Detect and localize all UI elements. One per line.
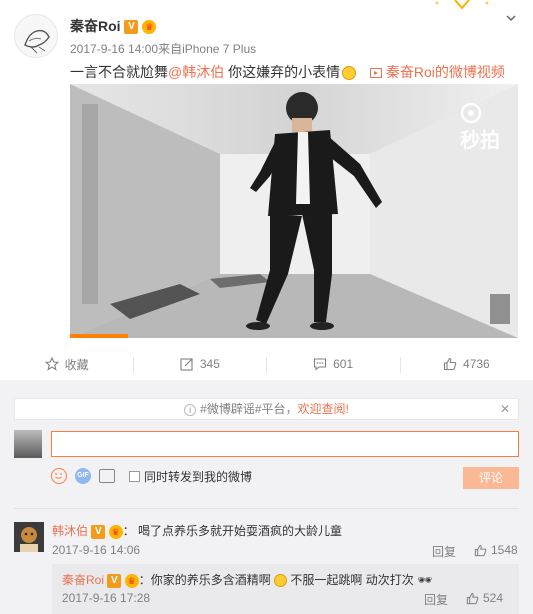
chevron-down-icon[interactable] (503, 12, 519, 28)
current-user-avatar (14, 430, 42, 458)
commenter-name[interactable]: 韩沐伯 (52, 524, 88, 538)
repost-icon (180, 358, 193, 371)
reply-body: ：你家的养乐多含酒精啊 (138, 573, 271, 587)
rumor-notice-bar: i #微博辟谣#平台，欢迎查阅! ✕ (14, 398, 519, 420)
favorite-button[interactable]: 收藏 (0, 350, 133, 378)
repost-checkbox[interactable] (129, 470, 140, 482)
reply-body-tail: 不服一起跳啊 动次打次 (290, 573, 414, 587)
miaopai-logo-icon (460, 102, 482, 124)
comment-like-count[interactable]: 1548 (491, 543, 518, 557)
emoji-icon[interactable] (51, 468, 67, 484)
thumbs-up-icon (443, 357, 457, 371)
star-icon (44, 357, 59, 371)
video-source-link[interactable]: 秦奋Roi的微博视频 (370, 64, 505, 80)
repost-count[interactable]: 345 (200, 357, 220, 371)
author-name[interactable]: 秦奋Roi V ♛ (70, 16, 157, 36)
video-watermark-text: 秒拍 (460, 130, 500, 152)
reply-text: 秦奋Roi V ♛ ：你家的养乐多含酒精啊 不服一起跳啊 动次打次 🕶 (62, 571, 432, 588)
action-divider (400, 357, 401, 373)
comment-input[interactable] (51, 431, 519, 457)
favorite-label[interactable]: 收藏 (65, 356, 89, 373)
reply-reply-button[interactable]: 回复 (424, 591, 448, 608)
reply-button[interactable]: 回复 (432, 543, 456, 560)
decoration-icon (435, 0, 489, 10)
action-divider (266, 357, 267, 373)
weibo-post-card: 秦奋Roi V ♛ 2017-9-16 14:00来自iPhone 7 Plus… (0, 0, 533, 614)
repost-button[interactable]: 345 (133, 350, 266, 378)
like-count[interactable]: 4736 (463, 357, 490, 371)
notice-tags[interactable]: #微博辟谣#平台， (200, 402, 297, 416)
vip-crown-icon: ♛ (124, 573, 139, 588)
post-text-main: 一言不合就尬舞 (70, 64, 168, 80)
gif-icon[interactable]: GIF (75, 468, 91, 484)
comment-body: ： 喝了点养乐多就开始耍酒疯的大龄儿童 (122, 524, 343, 538)
post-time[interactable]: 2017-9-16 14:00 (70, 42, 158, 56)
post-meta: 2017-9-16 14:00来自iPhone 7 Plus (70, 40, 256, 57)
verified-icon: V (107, 573, 122, 588)
comment-button[interactable]: 601 (267, 350, 400, 378)
verified-icon: V (91, 524, 106, 539)
comment-count[interactable]: 601 (333, 357, 353, 371)
reply-like-button[interactable]: 524 (466, 591, 503, 605)
video-link-text[interactable]: 秦奋Roi的微博视频 (386, 64, 505, 80)
post-text-tail: 你这嫌弃的小表情 (228, 64, 341, 80)
action-divider (133, 357, 134, 373)
reply-time: 2017-9-16 17:28 (62, 591, 151, 605)
video-progress-bar[interactable] (70, 334, 128, 338)
comment-text: 韩沐伯 V ♛： 喝了点养乐多就开始耍酒疯的大龄儿童 (52, 522, 342, 539)
repost-checkbox-label[interactable]: 同时转发到我的微博 (144, 468, 252, 485)
reply-like-count[interactable]: 524 (483, 591, 503, 605)
close-icon[interactable]: ✕ (500, 399, 510, 419)
commenter-avatar[interactable] (14, 522, 44, 552)
composer-toolbar: GIF 同时转发到我的微博 (51, 466, 252, 486)
info-icon: i (184, 403, 197, 416)
reply-author-name[interactable]: 秦奋Roi (62, 573, 104, 587)
verified-icon: V (124, 20, 139, 35)
vip-crown-icon: ♛ (142, 20, 157, 35)
comment-icon (314, 358, 327, 371)
notice-link[interactable]: 欢迎查阅! (298, 402, 349, 416)
video-watermark: 秒拍 (460, 102, 500, 153)
image-icon[interactable] (99, 469, 115, 483)
smile-emoji-icon (342, 66, 357, 81)
author-avatar[interactable] (14, 14, 58, 58)
submit-comment-button[interactable]: 评论 (463, 467, 519, 489)
video-frame (70, 84, 518, 338)
shy-emoji-icon (274, 574, 288, 588)
author-name-text[interactable]: 秦奋Roi (70, 18, 121, 34)
post-source[interactable]: 来自iPhone 7 Plus (158, 42, 256, 56)
vip-crown-icon: ♛ (108, 524, 123, 539)
thumbs-up-icon (466, 592, 479, 604)
mention-link[interactable]: @韩沐伯 (168, 64, 224, 80)
dance-emoji-icon: 🕶 (417, 573, 433, 587)
comment-like-button[interactable]: 1548 (474, 543, 518, 557)
video-icon (370, 68, 382, 79)
divider (14, 508, 519, 509)
post-text: 一言不合就尬舞@韩沐伯 你这嫌弃的小表情 秦奋Roi的微博视频 (70, 62, 505, 82)
thumbs-up-icon (474, 544, 487, 556)
like-button[interactable]: 4736 (400, 350, 533, 378)
comment-time: 2017-9-16 14:06 (52, 543, 141, 557)
video-player[interactable]: 秒拍 (70, 84, 518, 338)
